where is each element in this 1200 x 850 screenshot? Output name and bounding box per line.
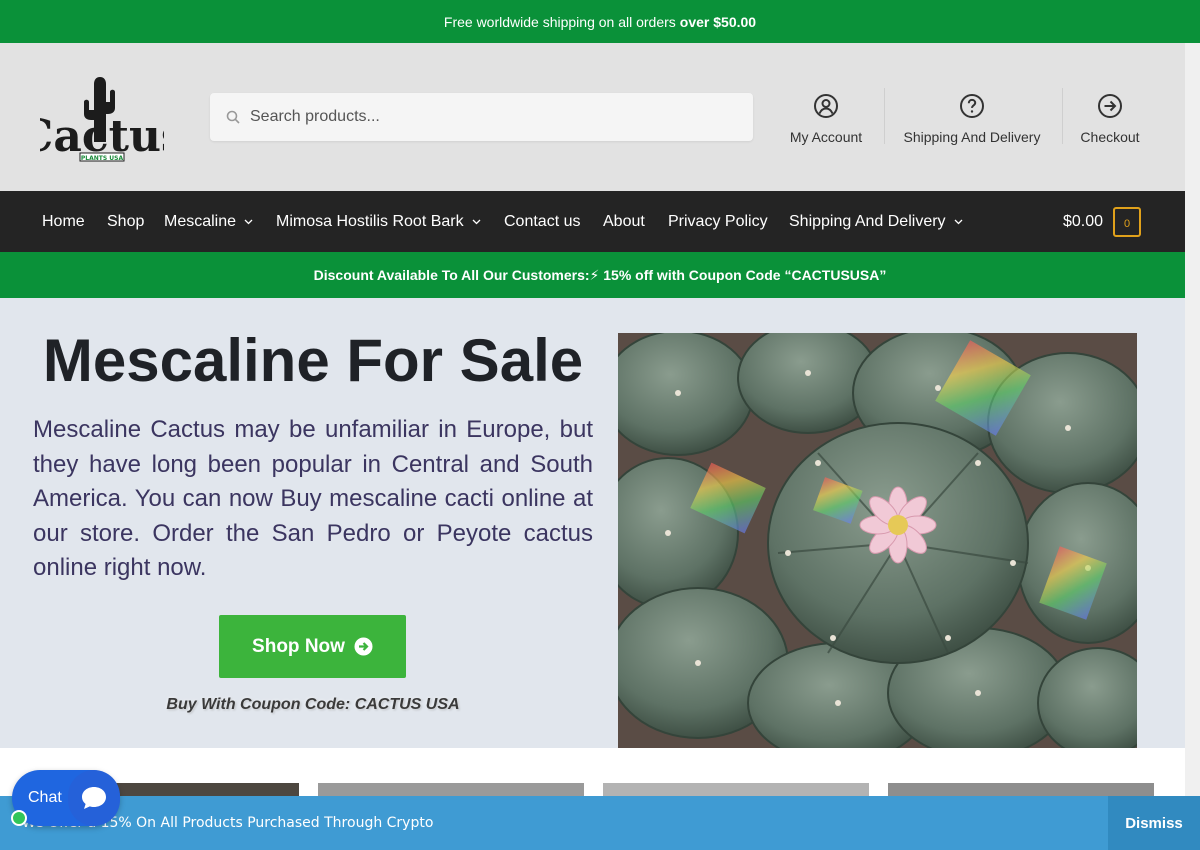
peyote-cactus-photo	[618, 333, 1137, 748]
shop-now-button[interactable]: Shop Now	[219, 615, 406, 678]
nav-item-shop[interactable]: Shop	[107, 191, 144, 252]
nav-label: Contact us	[504, 212, 581, 230]
search-icon	[226, 110, 240, 124]
hero-section: Mescaline For Sale Mescaline Cactus may …	[0, 298, 1185, 748]
crypto-notice-bar: We Offer a 15% On All Products Purchased…	[0, 796, 1200, 850]
dismiss-button[interactable]: Dismiss	[1108, 796, 1200, 850]
arrow-circle-right-icon	[1098, 94, 1122, 118]
online-status-indicator	[11, 810, 27, 826]
chevron-down-icon	[954, 219, 963, 224]
nav-item-shipping-delivery[interactable]: Shipping And Delivery	[789, 191, 963, 252]
header-divider	[884, 88, 885, 144]
my-account-label: My Account	[789, 129, 863, 145]
nav-label: Privacy Policy	[668, 212, 768, 230]
hero-title: Mescaline For Sale	[42, 327, 584, 394]
chevron-down-icon	[472, 219, 481, 224]
nav-item-privacy-policy[interactable]: Privacy Policy	[668, 191, 768, 252]
question-circle-icon	[960, 94, 984, 118]
nav-item-mimosa-hostilis[interactable]: Mimosa Hostilis Root Bark	[276, 191, 481, 252]
main-navigation: Home Shop Mescaline Mimosa Hostilis Root…	[0, 191, 1200, 252]
page-scrollbar[interactable]	[1185, 43, 1200, 850]
my-account-link[interactable]: My Account	[789, 93, 863, 145]
nav-label: Shop	[107, 212, 145, 230]
nav-label: Mimosa Hostilis Root Bark	[276, 212, 464, 230]
chat-label: Chat	[28, 789, 62, 806]
chevron-down-icon	[244, 219, 253, 224]
shipping-threshold: over $50.00	[679, 13, 757, 30]
shipping-text: Free worldwide shipping on all orders	[443, 13, 676, 30]
nav-label: About	[603, 212, 645, 230]
nav-label: Mescaline	[164, 212, 237, 230]
chat-bubble-icon	[82, 787, 106, 809]
discount-promo-bar: Discount Available To All Our Customers:…	[0, 252, 1200, 298]
hero-coupon-text: Buy With Coupon Code: CACTUS USA	[166, 696, 460, 713]
shipping-announcement-bar: Free worldwide shipping on all orders ov…	[0, 0, 1200, 43]
hero-description: Mescaline Cactus may be unfamiliar in Eu…	[33, 416, 593, 581]
nav-item-contact[interactable]: Contact us	[504, 191, 580, 252]
header-divider	[1062, 88, 1063, 144]
shop-now-label: Shop Now	[252, 635, 345, 657]
search-input[interactable]	[250, 108, 710, 126]
logo-subtext: PLANTS USA	[81, 155, 124, 162]
nav-item-mescaline[interactable]: Mescaline	[164, 191, 253, 252]
nav-label: Shipping And Delivery	[789, 212, 946, 230]
site-header: Cactus PLANTS USA My Account Shipping An…	[0, 43, 1200, 191]
shipping-delivery-link[interactable]: Shipping And Delivery	[902, 93, 1042, 145]
chat-bubble	[68, 770, 120, 826]
nav-label: Home	[42, 212, 85, 230]
cart-link[interactable]: $0.00 0	[1063, 191, 1142, 252]
discount-promo-text: Discount Available To All Our Customers:…	[313, 266, 887, 283]
checkout-link[interactable]: Checkout	[1079, 93, 1141, 145]
user-circle-icon	[814, 94, 838, 118]
peyote-cactus-image	[618, 333, 1137, 748]
chat-widget-button[interactable]: Chat	[12, 770, 120, 826]
cart-total: $0.00	[1063, 212, 1104, 230]
checkout-label: Checkout	[1080, 129, 1140, 145]
cart-count-badge: 0	[1113, 206, 1142, 237]
arrow-circle-right-icon	[354, 637, 373, 656]
product-search[interactable]	[210, 93, 753, 141]
nav-item-home[interactable]: Home	[42, 191, 85, 252]
site-logo[interactable]: Cactus PLANTS USA	[18, 73, 186, 163]
nav-item-about[interactable]: About	[603, 191, 645, 252]
cactus-logo-icon: Cactus PLANTS USA	[18, 77, 186, 162]
shipping-delivery-label: Shipping And Delivery	[903, 129, 1041, 145]
